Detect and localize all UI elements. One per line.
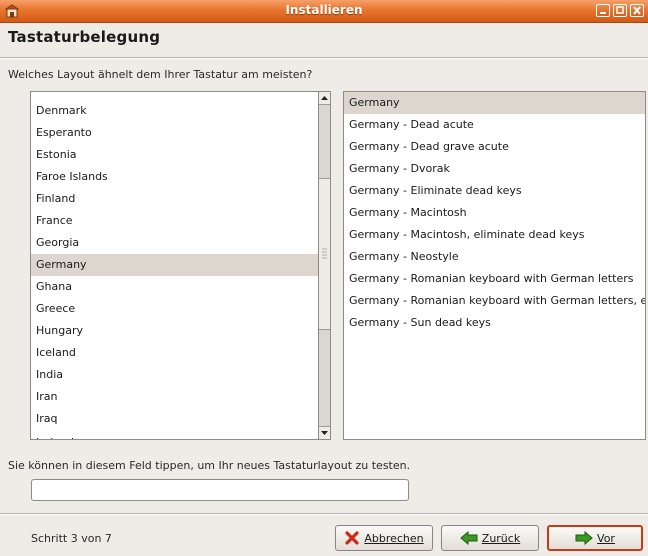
list-item[interactable]: Germany - Romanian keyboard with German … — [344, 290, 645, 312]
cancel-label: Abbrechen — [364, 531, 424, 545]
country-list[interactable]: Czechia DenmarkEsperantoEstoniaFaroe Isl… — [30, 91, 319, 440]
footer-divider — [0, 513, 648, 515]
list-item[interactable]: Hungary — [31, 320, 318, 342]
list-item[interactable]: Faroe Islands — [31, 166, 318, 188]
list-item[interactable]: India — [31, 364, 318, 386]
step-indicator: Schritt 3 von 7 — [31, 532, 112, 545]
grip-icon — [322, 248, 327, 259]
list-item[interactable]: Finland — [31, 188, 318, 210]
list-item[interactable]: Denmark — [31, 100, 318, 122]
list-item[interactable]: Germany — [31, 254, 318, 276]
header-divider — [0, 57, 648, 59]
list-item[interactable]: Iceland — [31, 342, 318, 364]
close-icon — [633, 6, 641, 15]
arrow-up-icon — [321, 96, 328, 100]
list-item[interactable]: Germany - Sun dead keys — [344, 312, 645, 334]
list-item[interactable]: Ireland — [31, 432, 318, 439]
list-item[interactable]: Esperanto — [31, 122, 318, 144]
list-item[interactable]: France — [31, 210, 318, 232]
list-item[interactable]: Germany - Romanian keyboard with German … — [344, 268, 645, 290]
list-item[interactable]: Estonia — [31, 144, 318, 166]
test-hint: Sie können in diesem Feld tippen, um Ihr… — [8, 459, 411, 472]
list-item[interactable]: Germany - Eliminate dead keys — [344, 180, 645, 202]
scroll-down-button[interactable] — [319, 426, 330, 439]
list-item[interactable]: Georgia — [31, 232, 318, 254]
close-button[interactable] — [630, 4, 644, 17]
back-label: Zurück — [481, 531, 521, 545]
list-item[interactable]: Germany - Macintosh, eliminate dead keys — [344, 224, 645, 246]
variant-list[interactable]: Germany Germany - Dead acute Germany - Dea… — [343, 91, 646, 440]
list-item[interactable]: Germany - Macintosh — [344, 202, 645, 224]
arrow-down-icon — [321, 431, 328, 435]
maximize-button[interactable] — [613, 4, 627, 17]
list-item[interactable]: Ghana — [31, 276, 318, 298]
back-button[interactable]: Zurück — [441, 525, 539, 551]
cancel-button[interactable]: Abbrechen — [335, 525, 433, 551]
arrow-left-icon — [460, 531, 478, 545]
title-bar[interactable]: Installieren — [0, 0, 648, 23]
list-item[interactable]: Greece — [31, 298, 318, 320]
forward-button[interactable]: Vor — [547, 525, 643, 551]
minimize-button[interactable] — [596, 4, 610, 17]
cancel-x-icon — [345, 531, 359, 545]
list-item[interactable]: Germany - Dead acute — [344, 114, 645, 136]
layout-question: Welches Layout ähnelt dem Ihrer Tastatur… — [8, 68, 313, 81]
list-item[interactable]: Germany - Neostyle — [344, 246, 645, 268]
list-item[interactable]: Czechia — [31, 92, 318, 100]
list-item[interactable]: Iraq — [31, 408, 318, 430]
forward-label: Vor — [597, 531, 615, 545]
scroll-up-button[interactable] — [319, 92, 330, 105]
list-item[interactable]: Germany - Dead grave acute — [344, 136, 645, 158]
minimize-icon — [600, 12, 606, 14]
list-item[interactable]: Germany - Dvorak — [344, 158, 645, 180]
keyboard-test-input[interactable] — [31, 479, 409, 501]
page-title: Tastaturbelegung — [8, 28, 161, 46]
arrow-right-icon — [575, 531, 593, 545]
maximize-icon — [616, 6, 624, 14]
country-list-scrollbar[interactable] — [318, 91, 331, 440]
list-item[interactable]: Iran — [31, 386, 318, 408]
scroll-thumb[interactable] — [319, 178, 330, 330]
list-item[interactable]: Germany — [344, 92, 645, 114]
window-title: Installieren — [285, 3, 363, 17]
